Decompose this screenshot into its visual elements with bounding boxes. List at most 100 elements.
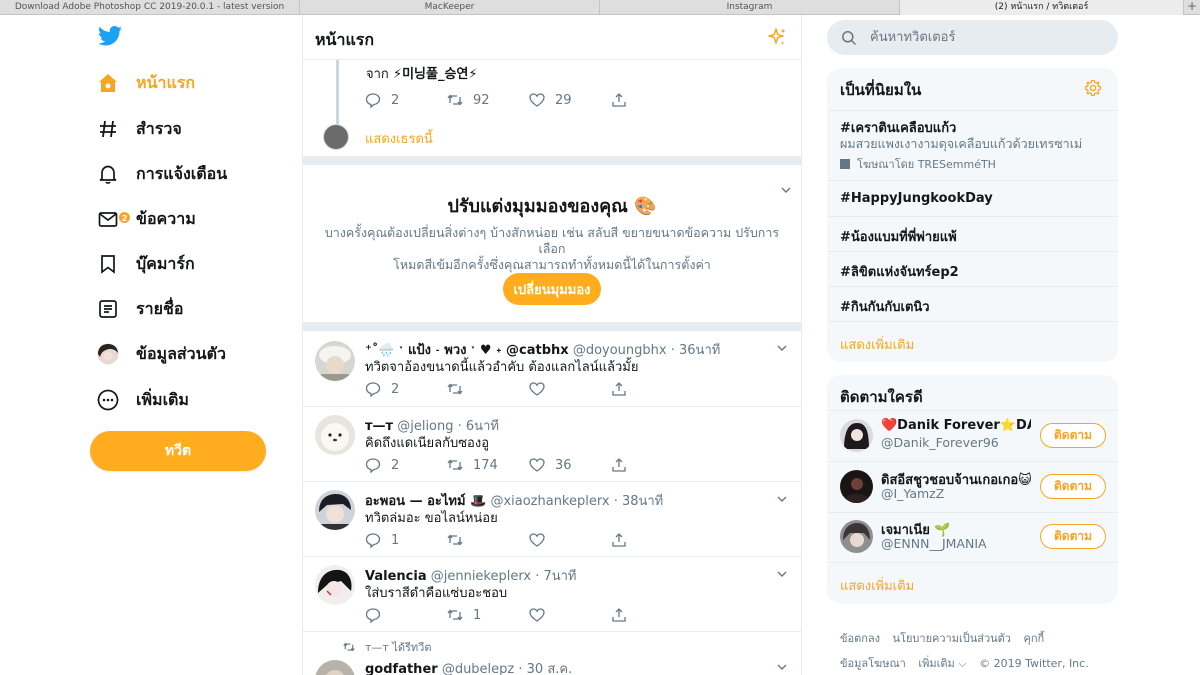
nav-lists[interactable]: รายชื่อ — [88, 292, 183, 326]
nav-label: รายชื่อ — [136, 298, 184, 318]
nav-label: ข้อความ — [136, 208, 196, 228]
nav-label: ข้อมูลส่วนตัว — [136, 343, 226, 363]
reply-count: 2 — [391, 381, 400, 397]
trends-show-more-link[interactable]: แสดงเพิ่มเติม — [840, 334, 914, 355]
avatar[interactable] — [323, 124, 349, 150]
reply-action[interactable]: 1 — [365, 532, 447, 548]
share-action[interactable] — [611, 532, 627, 548]
follow-show-more-link[interactable]: แสดงเพิ่มเติม — [840, 575, 914, 596]
promoted-text: โฆษณาโดย TRESemméTH — [857, 158, 996, 171]
retweet-action[interactable]: 174 — [447, 457, 529, 473]
nav-explore[interactable]: สำรวจ — [88, 112, 182, 146]
share-action[interactable] — [611, 92, 627, 108]
tweet-time[interactable]: · 38นาที — [614, 494, 664, 509]
like-action[interactable] — [529, 607, 611, 623]
nav-notifications[interactable]: การแจ้งเตือน — [88, 157, 227, 191]
search-bar[interactable] — [827, 20, 1118, 55]
customize-view-card: ปรับแต่งมุมมองของคุณ 🎨 บางครั้งคุณต้องเป… — [303, 165, 801, 322]
follow-button[interactable]: ติดตาม — [1040, 423, 1106, 448]
follow-button[interactable]: ติดตาม — [1040, 474, 1106, 499]
nav-bookmarks[interactable]: บุ๊คมาร์ก — [88, 247, 195, 281]
share-action[interactable] — [611, 457, 627, 473]
suggestion-handle: @I_YamzZ — [881, 486, 945, 501]
tweet[interactable]: อะพอน — อะไทม์ 🎩 @xiaozhankeplerx · 38นา… — [303, 482, 801, 557]
footer-terms-link[interactable]: ข้อตกลง — [840, 632, 880, 645]
sparkle-icon[interactable] — [767, 27, 787, 47]
browser-tab[interactable]: Instagram — [600, 0, 900, 15]
from-name[interactable]: ⚡미닝풀_승연⚡ — [393, 67, 478, 82]
tweet[interactable]: ᴛ—ᴛ @jeliong · 6นาที คิดถึงแดเนียลกับซอง… — [303, 407, 801, 482]
footer-privacy-link[interactable]: นโยบายความเป็นส่วนตัว — [893, 632, 1011, 645]
like-action[interactable]: 36 — [529, 457, 611, 473]
share-icon — [612, 533, 626, 547]
browser-tab[interactable]: MacKeeper — [300, 0, 600, 15]
reply-action[interactable]: 2 — [365, 457, 447, 473]
nav-messages[interactable]: 2 ข้อความ — [88, 202, 196, 236]
retweet-action[interactable]: 1 — [447, 607, 529, 623]
avatar[interactable] — [840, 470, 873, 503]
search-input[interactable] — [870, 30, 1090, 45]
promoted-icon — [840, 159, 850, 169]
footer-more-link[interactable]: เพิ่มเติม ⌵ — [918, 657, 966, 670]
retweet-action[interactable] — [447, 381, 529, 397]
reply-action[interactable] — [365, 607, 447, 623]
chevron-down-icon[interactable] — [775, 492, 789, 506]
like-action[interactable] — [529, 532, 611, 548]
tweet[interactable]: ᴛ—ᴛ ได้รีทวีต godfather @dubelepz · 30 ส… — [303, 632, 801, 675]
tweet[interactable]: ⁺˚🌧️ ˑ แป้ง ˗ พวง ˑ ♥︎ ˖ @catbhx @doyoun… — [303, 331, 801, 407]
avatar[interactable] — [840, 419, 873, 452]
follow-suggestion[interactable]: ❤️Danik Forever⭐DA… @Danik_Forever96 ติด… — [827, 411, 1118, 461]
retweet-action[interactable] — [447, 532, 529, 548]
reply-icon — [365, 382, 381, 397]
tweet-actions: 2 174 36 — [365, 455, 627, 475]
tweet-time[interactable]: · 30 ส.ค. — [518, 662, 572, 675]
avatar[interactable] — [315, 565, 355, 605]
browser-tab[interactable]: Download Adobe Photoshop CC 2019-20.0.1 … — [0, 0, 300, 15]
chevron-down-icon[interactable] — [775, 341, 789, 355]
retweet-action[interactable]: 92 — [447, 92, 529, 108]
nav-profile[interactable]: ข้อมูลส่วนตัว — [88, 337, 226, 371]
footer-ads-link[interactable]: ข้อมูลโฆษณา — [840, 657, 906, 670]
retweeted-by[interactable]: ᴛ—ᴛ ได้รีทวีต — [365, 638, 431, 656]
trend-item[interactable]: #ลิขิตแห่งจันทร์ep2 — [840, 261, 959, 282]
avatar[interactable] — [315, 341, 355, 381]
trend-item[interactable]: #HappyJungkookDay — [840, 191, 993, 206]
tweet-button[interactable]: ทวีต — [90, 431, 266, 471]
tweet-handle[interactable]: @dubelepz — [442, 662, 514, 675]
reply-action[interactable]: 2 — [365, 381, 447, 397]
follow-suggestion[interactable]: ดิสอีสชูวชอบจ้านเกอเกอ😺 @I_YamzZ ติดตาม — [827, 462, 1118, 512]
footer-cookies-link[interactable]: คุกกี้ — [1023, 632, 1044, 645]
trend-item[interactable]: #กินกันกับเตนิว — [840, 296, 930, 317]
nav-label: บุ๊คมาร์ก — [136, 253, 195, 273]
twitter-logo-icon[interactable] — [98, 25, 122, 47]
share-action[interactable] — [611, 607, 627, 623]
share-action[interactable] — [611, 381, 627, 397]
tweet-time[interactable]: · 7นาที — [535, 569, 576, 584]
like-action[interactable] — [529, 381, 611, 397]
avatar[interactable] — [840, 520, 873, 553]
trend-item[interactable]: #น้องแบมที่พี่พ่ายแพ้ — [840, 226, 957, 247]
tweet-handle[interactable]: @xiaozhankeplerx — [490, 494, 609, 509]
avatar[interactable] — [315, 660, 355, 675]
tweet-author-name[interactable]: godfather — [365, 662, 438, 675]
follow-button[interactable]: ติดตาม — [1040, 524, 1106, 549]
suggestion-name[interactable]: ❤️Danik Forever⭐DA… — [881, 418, 1031, 433]
new-tab-icon[interactable]: + — [1184, 0, 1200, 14]
reply-action[interactable]: 2 — [365, 92, 447, 108]
footer-copyright: © 2019 Twitter, Inc. — [979, 657, 1089, 670]
show-thread-link[interactable]: แสดงเธรดนี้ — [365, 128, 433, 149]
divider — [303, 322, 801, 331]
change-view-button[interactable]: เปลี่ยนมุมมอง — [503, 273, 601, 305]
avatar[interactable] — [315, 490, 355, 530]
follow-suggestion[interactable]: เจมาเนีย 🌱 @ENNN__JMANIA ติดตาม — [827, 512, 1118, 562]
tweet-time[interactable]: · 36นาที — [671, 343, 721, 358]
like-action[interactable]: 29 — [529, 92, 611, 108]
nav-more[interactable]: เพิ่มเติม — [88, 383, 189, 417]
nav-home[interactable]: หน้าแรก — [88, 66, 195, 100]
avatar[interactable] — [315, 415, 355, 455]
chevron-down-icon[interactable] — [775, 660, 789, 674]
chevron-down-icon[interactable] — [775, 567, 789, 581]
gear-icon[interactable] — [1084, 79, 1102, 97]
tweet[interactable]: Valencia @jenniekeplerx · 7นาที ใส่บราสี… — [303, 557, 801, 632]
browser-tab-active[interactable]: (2) หน้าแรก / ทวิตเตอร์ — [900, 0, 1184, 15]
